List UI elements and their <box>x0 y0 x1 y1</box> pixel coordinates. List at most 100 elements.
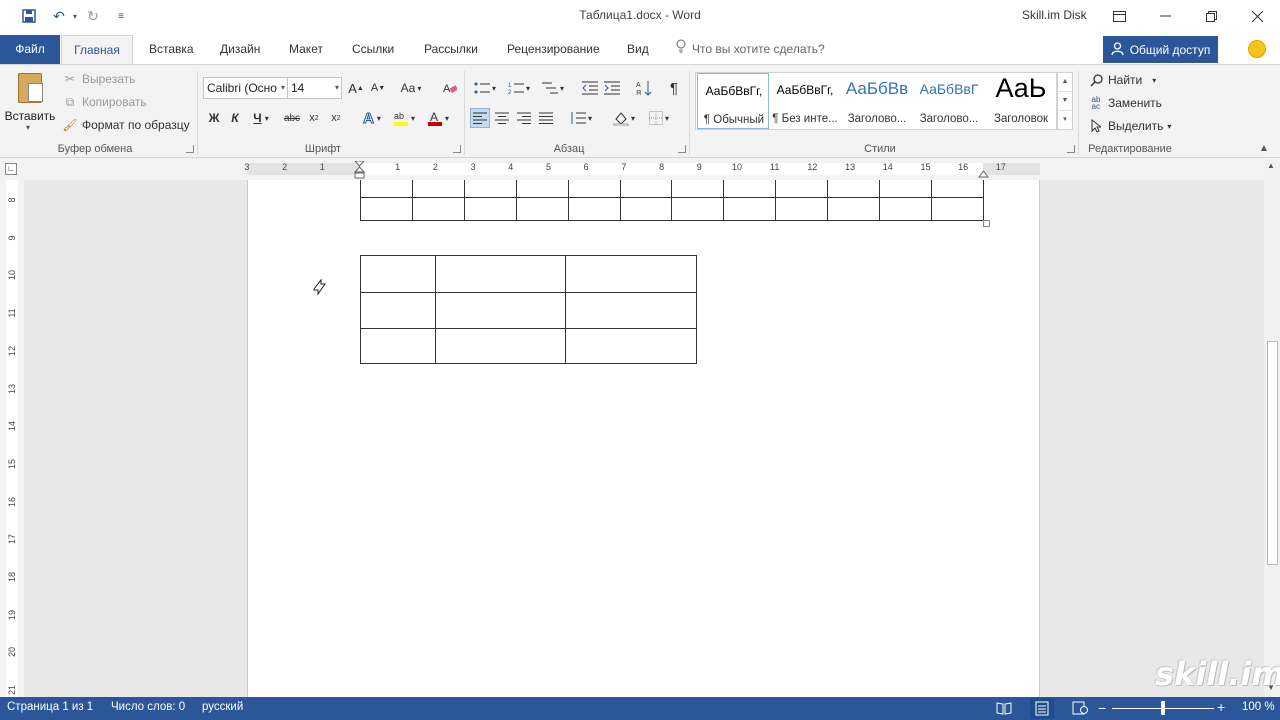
vertical-ruler[interactable]: 8 9 10 11 12 13 14 15 16 17 18 19 20 21 <box>0 180 24 697</box>
table-cell[interactable] <box>827 197 881 221</box>
table-cell[interactable] <box>360 197 413 221</box>
font-launcher-icon[interactable] <box>453 145 461 153</box>
style-heading-2[interactable]: АаБбВвГ Заголово... <box>913 73 985 131</box>
chevron-down-icon[interactable]: ▼ <box>1058 92 1072 111</box>
tab-layout[interactable]: Макет <box>288 35 324 64</box>
table-cell[interactable] <box>619 197 673 221</box>
web-layout-icon[interactable] <box>1072 701 1088 715</box>
table-cell[interactable] <box>567 180 621 198</box>
scroll-thumb[interactable] <box>1267 341 1278 565</box>
document-page[interactable] <box>247 180 1040 697</box>
bullets-icon[interactable]: ▾ <box>470 78 500 98</box>
show-formatting-marks-icon[interactable]: ¶ <box>664 78 684 98</box>
table-cell[interactable] <box>435 255 566 293</box>
table-cell[interactable] <box>463 180 517 198</box>
tell-me-box[interactable]: Что вы хотите сделать? <box>676 35 825 64</box>
tab-review[interactable]: Рецензирование <box>506 35 601 64</box>
word-count[interactable]: Число слов: 0 <box>111 701 185 713</box>
grow-font-icon[interactable]: A ▲ <box>346 78 366 98</box>
increase-indent-icon[interactable] <box>602 78 622 98</box>
style-heading-1[interactable]: АаБбВв Заголово... <box>841 73 913 131</box>
decrease-indent-icon[interactable] <box>580 78 600 98</box>
zoom-slider-thumb[interactable] <box>1161 701 1165 715</box>
superscript-icon[interactable]: x2 <box>326 108 346 128</box>
table-cell[interactable] <box>930 180 985 198</box>
highlight-icon[interactable]: ab ▾ <box>389 108 419 128</box>
clear-formatting-icon[interactable]: A <box>440 78 460 98</box>
tab-mailings[interactable]: Рассылки <box>423 35 479 64</box>
text-effects-icon[interactable]: A ▾ <box>358 108 386 128</box>
styles-launcher-icon[interactable] <box>1067 145 1075 153</box>
chevron-up-icon[interactable]: ▲ <box>1058 73 1072 92</box>
align-left-icon[interactable] <box>470 108 490 128</box>
table-12x3[interactable] <box>360 180 985 221</box>
justify-icon[interactable] <box>536 108 556 128</box>
tab-selector-icon[interactable]: ∟ <box>5 163 17 175</box>
right-indent-icon[interactable] <box>978 167 989 178</box>
cut-button[interactable]: ✂ Вырезать <box>62 71 135 87</box>
paragraph-launcher-icon[interactable] <box>678 145 686 153</box>
table-cell[interactable] <box>775 197 829 221</box>
font-color-icon[interactable]: A ▾ <box>423 108 453 128</box>
table-cell[interactable] <box>565 292 697 329</box>
tab-design[interactable]: Дизайн <box>219 35 261 64</box>
table-cell[interactable] <box>671 197 725 221</box>
table-cell[interactable] <box>515 180 569 198</box>
align-center-icon[interactable] <box>492 108 512 128</box>
find-button[interactable]: Найти ▾ <box>1088 72 1156 88</box>
tab-home[interactable]: Главная <box>61 35 133 65</box>
clipboard-launcher-icon[interactable] <box>186 145 194 153</box>
table-cell[interactable] <box>723 180 777 198</box>
vertical-scrollbar[interactable]: ▲ ▼ <box>1264 159 1280 697</box>
zoom-level[interactable]: 100 % <box>1242 701 1275 713</box>
page-count[interactable]: Страница 1 из 1 <box>7 701 93 713</box>
paste-button[interactable]: Вставить ▾ <box>2 69 56 139</box>
table-cell[interactable] <box>515 197 569 221</box>
multilevel-list-icon[interactable]: ▾ <box>538 78 568 98</box>
table-cell[interactable] <box>565 255 697 293</box>
shading-icon[interactable]: ▾ <box>608 108 640 128</box>
line-spacing-icon[interactable]: ▾ <box>566 108 596 128</box>
read-mode-icon[interactable] <box>996 701 1012 715</box>
table-cell[interactable] <box>360 180 413 198</box>
restore-icon[interactable] <box>1188 0 1234 32</box>
tab-file[interactable]: Файл <box>0 35 60 64</box>
horizontal-ruler[interactable]: ∟ 3 2 1 1 2 3 4 5 6 7 8 9 10 11 12 13 14 15 16 17 <box>0 159 1264 180</box>
zoom-out-icon[interactable]: − <box>1098 701 1106 715</box>
table-cell[interactable] <box>435 328 566 364</box>
print-layout-icon[interactable] <box>1030 698 1054 719</box>
font-size-box[interactable]: 14 ▾ <box>287 77 342 99</box>
table-cell[interactable] <box>360 255 436 293</box>
numbering-icon[interactable]: 1 2 ▾ <box>504 78 534 98</box>
tab-view[interactable]: Вид <box>626 35 650 64</box>
change-case-icon[interactable]: Aa ▾ <box>396 78 426 98</box>
font-name-box[interactable]: Calibri (Осно ▾ <box>203 77 288 99</box>
minimize-icon[interactable] <box>1142 0 1188 32</box>
tab-references[interactable]: Ссылки <box>351 35 395 64</box>
table-cell[interactable] <box>775 180 829 198</box>
table-cell[interactable] <box>463 197 517 221</box>
feedback-smiley-icon[interactable] <box>1248 40 1266 58</box>
table-cell[interactable] <box>567 197 621 221</box>
more-styles-icon[interactable]: ▾ <box>1058 111 1072 130</box>
bold-icon[interactable]: Ж <box>204 108 224 128</box>
table-cell[interactable] <box>360 292 436 329</box>
collapse-ribbon-icon[interactable]: ▲ <box>1259 143 1269 154</box>
indent-markers-icon[interactable] <box>353 160 366 179</box>
styles-scroll[interactable]: ▲ ▼ ▾ <box>1057 72 1073 130</box>
document-area[interactable] <box>24 180 1264 697</box>
select-button[interactable]: Выделить ▾ <box>1088 118 1171 134</box>
chevron-up-icon[interactable]: ▲ <box>1267 161 1275 170</box>
style-no-spacing[interactable]: АаБбВвГг, ¶ Без инте... <box>769 73 841 131</box>
language[interactable]: русский <box>202 701 243 713</box>
sort-icon[interactable]: AЯ <box>634 78 654 98</box>
table-resize-handle[interactable] <box>983 220 990 227</box>
style-normal[interactable]: АаБбВвГг, ¶ Обычный <box>697 73 769 129</box>
table-cell[interactable] <box>671 180 725 198</box>
shrink-font-icon[interactable]: A ▼ <box>368 78 388 98</box>
table-cell[interactable] <box>827 180 881 198</box>
table-cell[interactable] <box>930 197 985 221</box>
table-3x3[interactable] <box>360 255 697 364</box>
borders-icon[interactable]: ▾ <box>644 108 674 128</box>
style-title[interactable]: АаЬ Заголовок <box>985 73 1057 131</box>
